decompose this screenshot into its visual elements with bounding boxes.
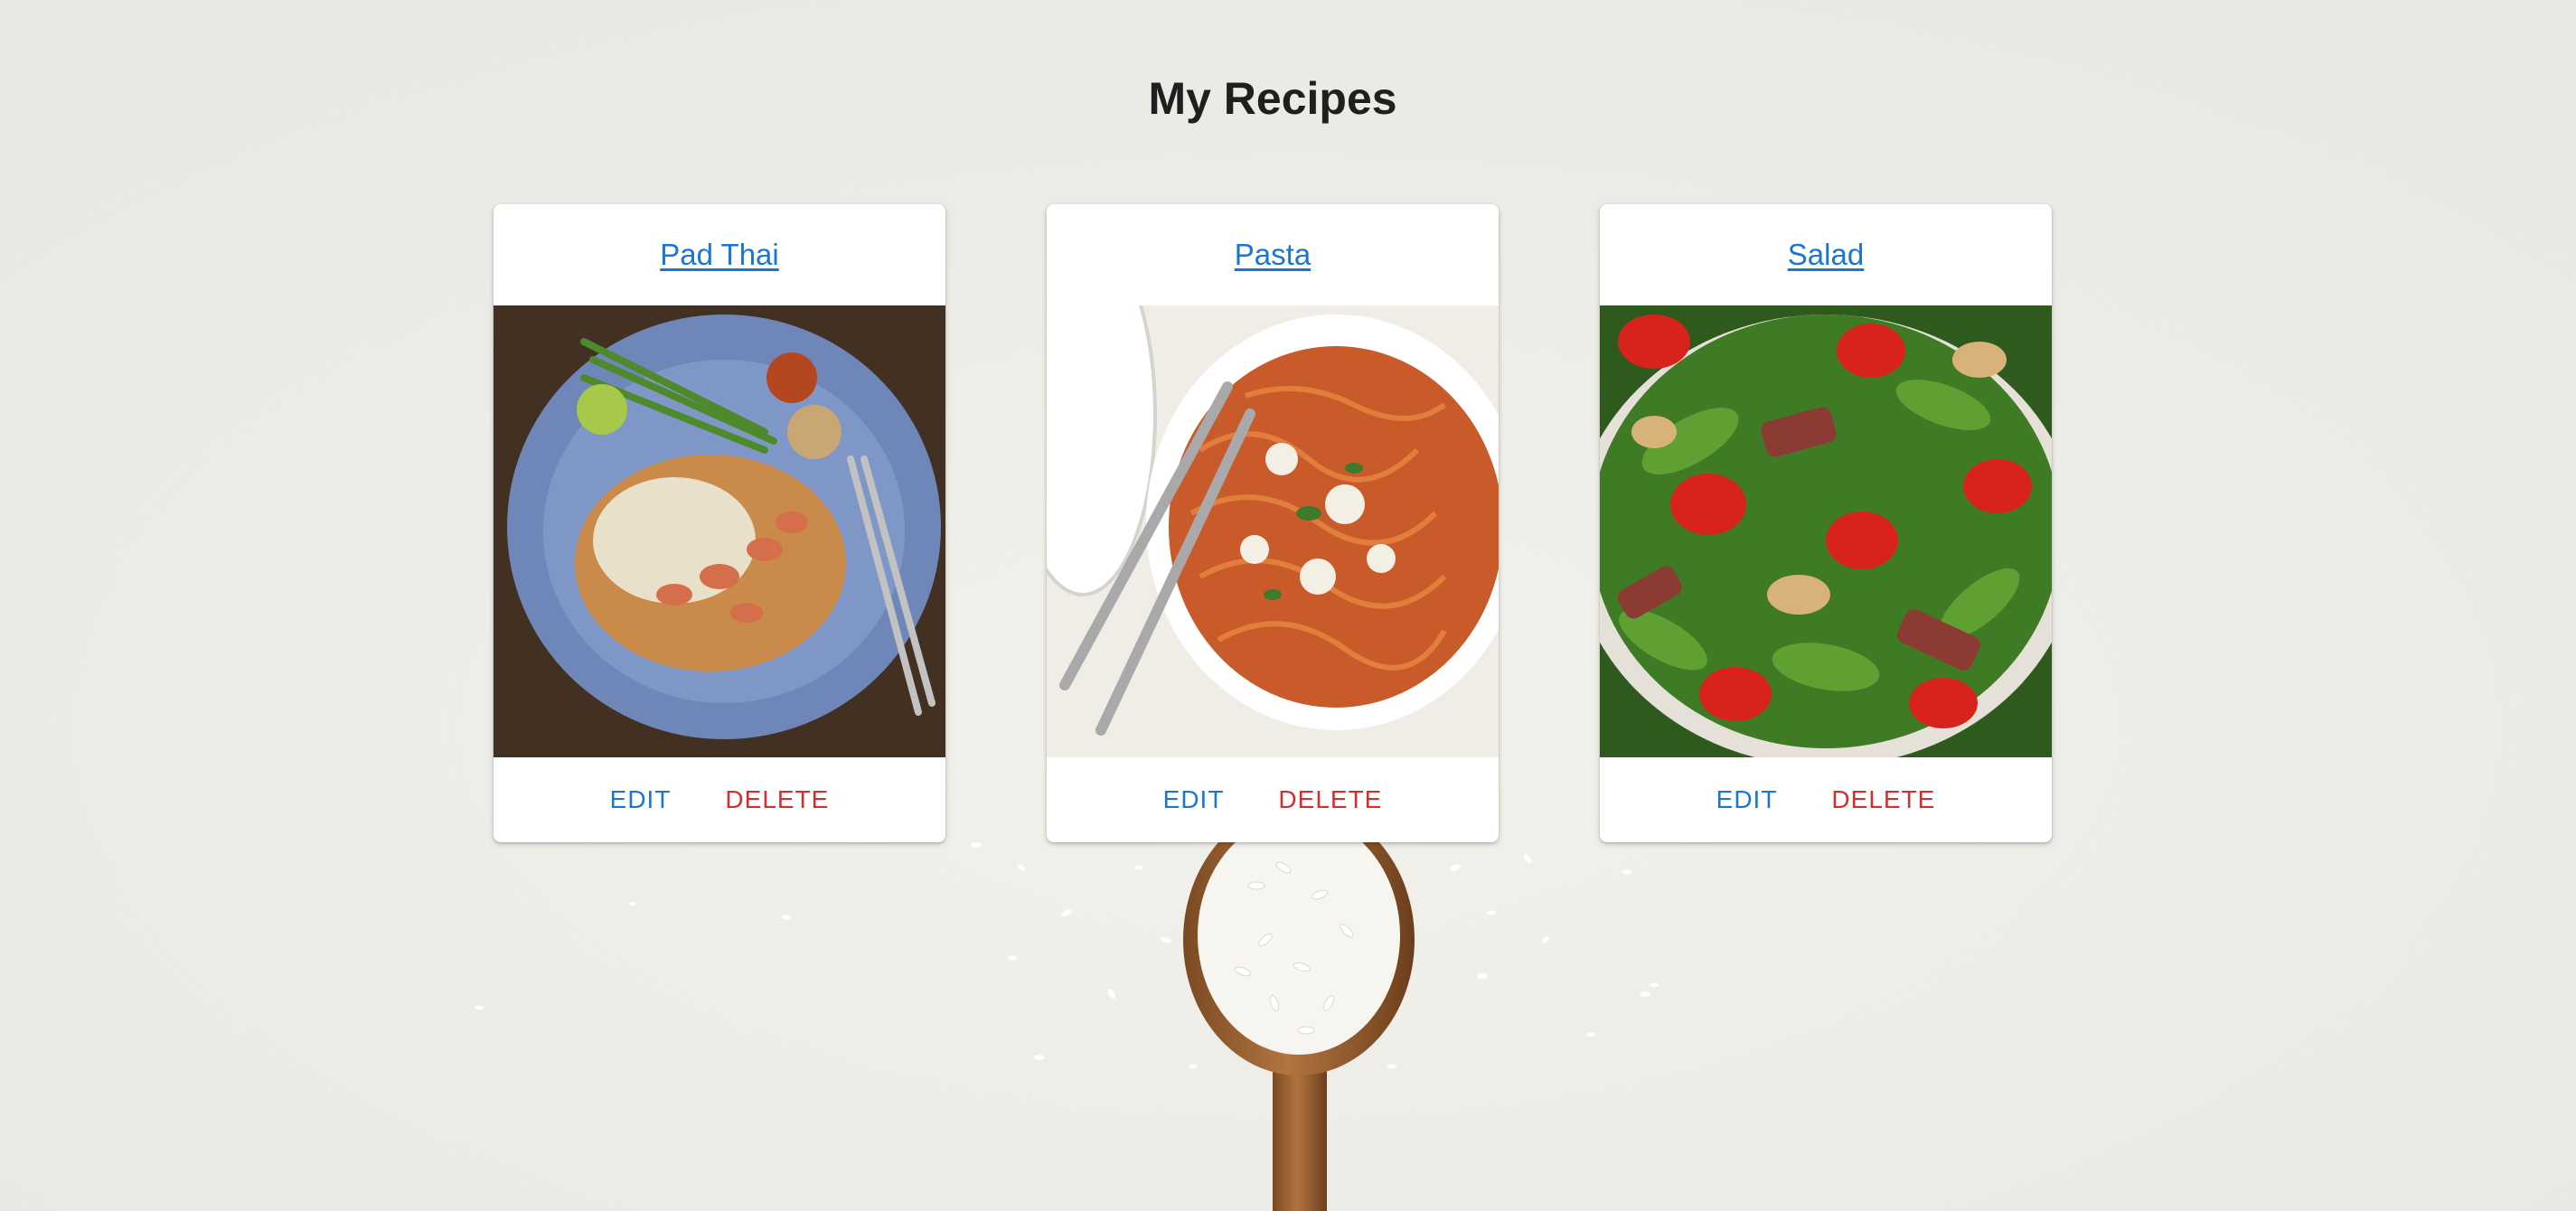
edit-button[interactable]: EDIT [1689,778,1805,821]
delete-button[interactable]: DELETE [1251,778,1409,821]
recipe-card: Salad EDIT DELETE [1600,204,2052,842]
delete-button[interactable]: DELETE [1804,778,1962,821]
recipe-card-header: Salad [1600,204,2052,305]
recipe-card-actions: EDIT DELETE [494,757,945,842]
recipe-card-actions: EDIT DELETE [1600,757,2052,842]
recipe-title-link[interactable]: Pad Thai [660,238,778,272]
edit-button[interactable]: EDIT [1136,778,1252,821]
edit-button[interactable]: EDIT [583,778,699,821]
recipe-title-link[interactable]: Pasta [1235,238,1311,272]
pasta-photo [1047,305,1499,757]
recipe-title-link[interactable]: Salad [1788,238,1864,272]
recipe-card-header: Pad Thai [494,204,945,305]
pad-thai-photo [494,305,945,757]
recipe-card: Pad Thai EDIT DELETE [494,204,945,842]
recipe-card-header: Pasta [1047,204,1499,305]
delete-button[interactable]: DELETE [698,778,856,821]
recipe-card-actions: EDIT DELETE [1047,757,1499,842]
page-title: My Recipes [1148,73,1397,124]
salad-photo [1600,305,2052,757]
recipe-card: Pasta EDIT DELETE [1047,204,1499,842]
